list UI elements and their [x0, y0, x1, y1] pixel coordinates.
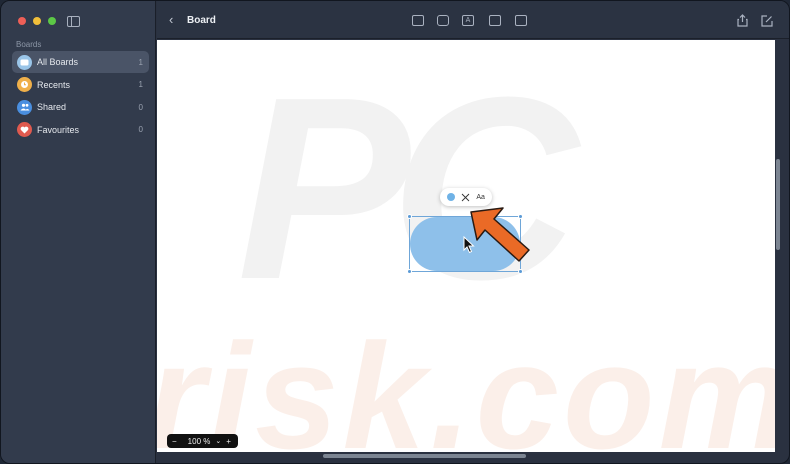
- sidebar-item-label: Shared: [37, 102, 67, 112]
- close-window-button[interactable]: [18, 17, 26, 25]
- sidebar-section-label: Boards: [16, 40, 42, 49]
- zoom-window-button[interactable]: [48, 17, 56, 25]
- new-board-icon[interactable]: [761, 15, 773, 27]
- horizontal-scrollbar[interactable]: [323, 454, 526, 458]
- sidebar-item-label: Favourites: [37, 124, 80, 135]
- sidebar-item-favourites[interactable]: Favourites 0: [12, 119, 149, 141]
- text-style-button[interactable]: Aa: [476, 194, 485, 201]
- watermark-pc: PC: [237, 44, 578, 334]
- sidebar-toggle-icon[interactable]: [67, 16, 80, 27]
- shape-format-toolbar: Aa: [440, 188, 492, 206]
- toolbar: ‹ Board A: [157, 1, 789, 39]
- shapes-icon[interactable]: [437, 15, 449, 26]
- folder-icon[interactable]: [515, 15, 527, 26]
- sidebar-item-label: Recents: [37, 79, 71, 90]
- resize-handle[interactable]: [407, 269, 412, 274]
- resize-handle[interactable]: [407, 214, 412, 219]
- fill-color-icon[interactable]: [447, 193, 456, 201]
- text-box-icon[interactable]: A: [462, 15, 474, 26]
- vertical-scrollbar[interactable]: [776, 159, 780, 250]
- board-canvas[interactable]: PC risk.com Aa: [157, 40, 775, 452]
- sidebar-nav: All Boards 1 Recents 1 Shared 0 Favourit…: [12, 51, 149, 141]
- orange-callout-arrow-icon: [470, 207, 530, 262]
- resize-handle[interactable]: [518, 269, 523, 274]
- sidebar-item-count: 1: [138, 57, 143, 67]
- window-controls: [18, 17, 56, 25]
- page-title: Board: [187, 15, 216, 26]
- media-icon[interactable]: [489, 15, 501, 26]
- sidebar-item-shared[interactable]: Shared 0: [12, 96, 149, 118]
- watermark-risk: risk.com: [157, 312, 775, 452]
- sidebar-item-recents[interactable]: Recents 1: [12, 74, 149, 96]
- sidebar: Boards All Boards 1 Recents 1 Shared 0 F…: [1, 1, 156, 463]
- clock-icon: [17, 77, 32, 92]
- sidebar-item-count: 0: [138, 125, 143, 134]
- line-style-icon[interactable]: [461, 193, 470, 202]
- sidebar-item-all-boards[interactable]: All Boards 1: [12, 51, 149, 73]
- chevron-left-icon[interactable]: ‹: [169, 13, 173, 26]
- zoom-level[interactable]: 100 %: [188, 437, 211, 446]
- sidebar-item-count: 0: [138, 102, 143, 112]
- zoom-in-button[interactable]: +: [226, 437, 231, 446]
- chevron-down-icon[interactable]: ⌄: [215, 437, 221, 445]
- minimize-window-button[interactable]: [33, 17, 41, 25]
- people-icon: [17, 99, 32, 115]
- zoom-control: − 100 % ⌄ +: [167, 434, 238, 448]
- sidebar-item-count: 1: [138, 80, 143, 89]
- share-icon[interactable]: [737, 14, 748, 27]
- boards-icon: [17, 54, 32, 70]
- sticky-note-icon[interactable]: [412, 15, 424, 26]
- app-window: Boards All Boards 1 Recents 1 Shared 0 F…: [0, 0, 790, 464]
- sidebar-item-label: All Boards: [37, 57, 79, 67]
- zoom-out-button[interactable]: −: [172, 437, 177, 446]
- heart-icon: [17, 122, 32, 137]
